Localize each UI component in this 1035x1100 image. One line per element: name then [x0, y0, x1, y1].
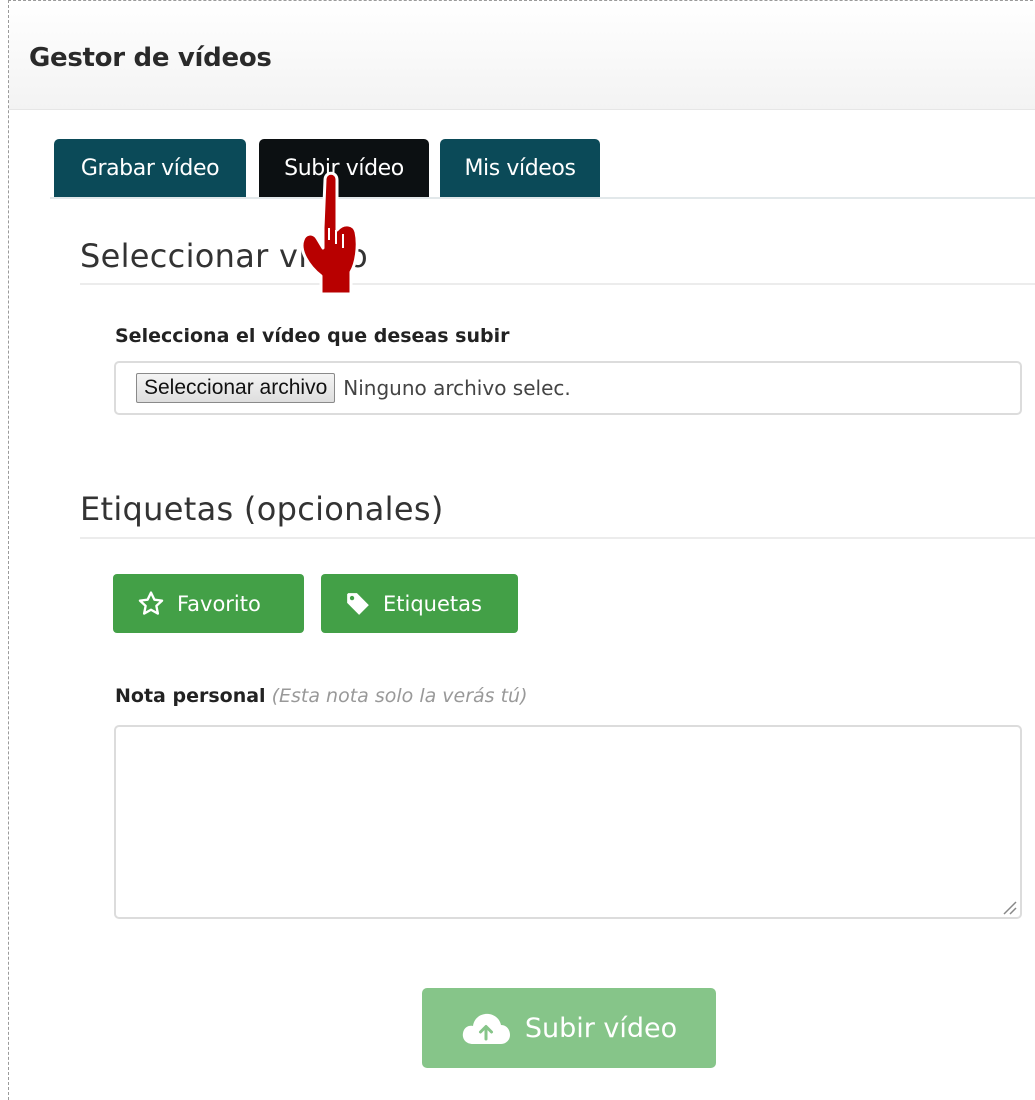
- tags-heading: Etiquetas (opcionales): [80, 490, 444, 528]
- favorite-button[interactable]: Favorito: [113, 574, 304, 633]
- resize-grip-icon[interactable]: [1000, 898, 1018, 920]
- section-divider: [80, 537, 1035, 539]
- file-field-label: Selecciona el vídeo que deseas subir: [115, 325, 510, 347]
- tags-button-label: Etiquetas: [383, 591, 482, 616]
- page-title: Gestor de vídeos: [29, 43, 272, 73]
- file-status-text: Ninguno archivo selec.: [343, 376, 571, 400]
- tab-my-videos[interactable]: Mis vídeos: [440, 139, 600, 197]
- tab-record-video[interactable]: Grabar vídeo: [54, 139, 246, 197]
- section-divider: [80, 283, 1035, 285]
- note-label-text: Nota personal: [115, 685, 266, 707]
- tab-bar-divider: [50, 197, 1035, 199]
- choose-file-button[interactable]: Seleccionar archivo: [136, 373, 336, 403]
- tab-bar: Grabar vídeo Subir vídeo Mis vídeos: [0, 139, 1035, 199]
- upload-video-label: Subir vídeo: [524, 1012, 678, 1044]
- personal-note-textarea[interactable]: [114, 725, 1022, 919]
- page-header: Gestor de vídeos: [9, 1, 1035, 110]
- note-hint-text: (Esta nota solo la verás tú): [271, 685, 528, 707]
- file-input[interactable]: Seleccionar archivo Ninguno archivo sele…: [114, 361, 1022, 415]
- note-label: Nota personal (Esta nota solo la verás t…: [115, 685, 528, 707]
- tag-icon: [345, 591, 371, 617]
- pointing-hand-icon: [296, 168, 364, 304]
- cloud-upload-icon: [461, 1010, 511, 1046]
- tags-button[interactable]: Etiquetas: [321, 574, 518, 633]
- favorite-button-label: Favorito: [177, 591, 261, 616]
- star-outline-icon: [137, 590, 165, 618]
- upload-video-button[interactable]: Subir vídeo: [422, 988, 716, 1068]
